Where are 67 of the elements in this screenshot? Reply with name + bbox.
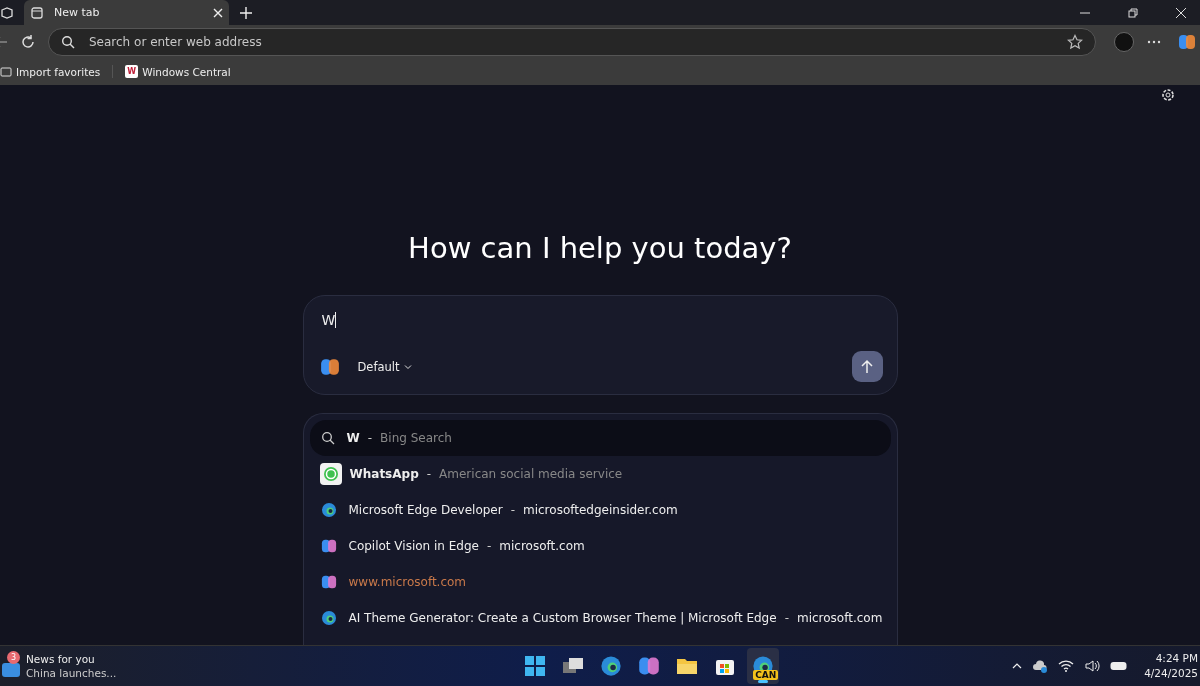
suggestion-title: W <box>346 431 360 445</box>
copilot-icon <box>320 574 337 590</box>
wave-logo-icon <box>320 610 337 626</box>
chat-input-box[interactable]: W Default <box>302 295 898 395</box>
search-icon <box>61 34 75 49</box>
suggestion-title: WhatsApp <box>349 467 419 481</box>
dash-separator: - <box>486 539 492 553</box>
suggestion-item[interactable]: Microsoft Edge Developer - microsoftedgeinsider.com <box>309 492 891 528</box>
close-icon[interactable] <box>213 7 223 18</box>
news-widget[interactable]: 3 News for you China launches... <box>0 652 117 680</box>
speaker-icon[interactable] <box>1084 658 1101 674</box>
wifi-icon[interactable] <box>1058 658 1075 674</box>
suggestion-detail: microsoft.com <box>499 539 585 553</box>
suggestion-item[interactable]: www.microsoft.com <box>309 564 891 600</box>
settings-icon[interactable] <box>1160 87 1176 103</box>
profile-avatar[interactable] <box>1114 31 1134 52</box>
suggestion-title: Copilot Vision in Edge <box>348 539 479 553</box>
suggestion-detail: Bing Search <box>380 431 452 445</box>
restore-icon[interactable] <box>1128 7 1138 18</box>
import-icon <box>0 65 12 78</box>
cloud-icon[interactable] <box>1032 658 1049 674</box>
dash-separator: - <box>784 611 789 625</box>
news-subtitle: China launches... <box>26 666 117 680</box>
copilot-icon[interactable] <box>1178 32 1196 51</box>
address-bar[interactable]: Search or enter web address <box>48 27 1096 56</box>
wave-logo-icon <box>320 502 337 518</box>
search-icon <box>320 431 335 445</box>
browser-tab[interactable]: New tab <box>24 0 229 25</box>
refresh-icon[interactable] <box>20 33 36 50</box>
arrow-up-icon <box>859 358 875 375</box>
suggestion-title: AI Theme Generator: Create a Custom Browser Theme | Microsoft Edge <box>348 611 777 625</box>
windows-logo-icon <box>524 655 547 677</box>
suggestion-item[interactable]: Copilot Vision in Edge - microsoft.com <box>309 528 891 564</box>
bookmark-item[interactable]: W Windows Central <box>112 65 231 78</box>
app-badge: CAN <box>753 670 779 680</box>
news-title: News for you <box>26 652 96 666</box>
suggestion-item[interactable]: WhatsApp - American social media service <box>309 456 891 492</box>
suggestion-url: www.microsoft.com <box>348 575 467 589</box>
wave-logo-icon <box>600 655 623 677</box>
suggestion-item[interactable]: W - Bing Search <box>309 420 891 456</box>
page-icon <box>30 5 44 20</box>
chevron-up-icon[interactable] <box>1012 661 1023 671</box>
chat-bubble-icon <box>319 463 342 485</box>
plus-icon[interactable] <box>239 5 253 20</box>
page-heading: How can I help you today? <box>408 231 792 265</box>
notification-badge: 3 <box>7 651 20 664</box>
suggestion-detail: microsoftedgeinsider.com <box>523 503 678 517</box>
copilot-icon <box>320 538 337 554</box>
star-icon[interactable] <box>1067 33 1083 50</box>
mode-dropdown[interactable]: Default <box>353 355 416 378</box>
taskbar-app[interactable]: CAN <box>747 648 780 684</box>
bookmark-item[interactable]: Import favorites <box>0 65 101 78</box>
suggestion-item[interactable]: AI Theme Generator: Create a Custom Browser Theme | Microsoft Edge - microsoft.com <box>309 600 891 636</box>
workspaces-icon[interactable] <box>0 5 14 20</box>
copilot-icon <box>319 356 340 377</box>
suggestion-detail: American social media service <box>439 467 623 481</box>
clock[interactable]: 4:24 PM 4/24/2025 <box>1138 651 1200 681</box>
suggestion-title: Microsoft Edge Developer <box>348 503 503 517</box>
send-button[interactable] <box>851 351 883 382</box>
close-icon[interactable] <box>1176 7 1186 18</box>
suggestion-detail: microsoft.com <box>796 611 883 625</box>
dash-separator: - <box>426 467 432 481</box>
dash-separator: - <box>367 431 373 445</box>
chevron-down-icon <box>403 362 412 371</box>
copilot-icon <box>638 655 661 677</box>
dash-separator: - <box>510 503 515 517</box>
typed-text: W <box>321 312 336 328</box>
